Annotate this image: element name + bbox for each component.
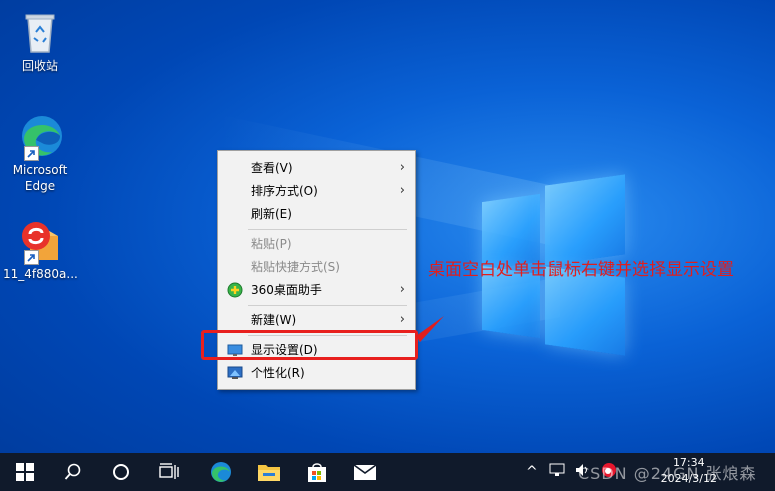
menu-item-label: 新建(W) [251,313,297,327]
search-button[interactable] [50,453,96,491]
menu-item-refresh[interactable]: 刷新(E) [218,203,415,225]
annotation-text: 桌面空白处单击鼠标右键并选择显示设置 [428,260,734,280]
desktop-icon-label: Microsoft Edge [12,163,68,193]
360-icon [227,282,243,298]
submenu-arrow-icon: › [399,183,405,198]
shortcut-arrow-icon [24,250,39,265]
desktop-icon-recycle-bin[interactable]: 回收站 [5,8,75,74]
menu-item-new[interactable]: 新建(W) › [218,309,415,331]
menu-item-label: 360桌面助手 [251,283,322,297]
task-view-button[interactable] [146,453,192,491]
desktop-icon-edge[interactable]: Microsoft Edge [5,112,75,194]
desktop-icon-label: 11_4f880a... [3,267,78,281]
personalize-icon [227,365,243,381]
submenu-arrow-icon: › [399,282,405,297]
submenu-arrow-icon: › [399,312,405,327]
menu-item-label: 排序方式(O) [251,184,318,198]
menu-item-paste[interactable]: 粘贴(P) [218,233,415,255]
start-button[interactable] [2,453,48,491]
search-icon [64,463,81,480]
store-bag-icon [308,463,326,482]
mail-icon [353,464,377,480]
submenu-arrow-icon: › [399,160,405,175]
task-view-icon [159,463,179,479]
shortcut-arrow-icon [24,146,39,161]
desktop-icon-label: 回收站 [21,59,58,73]
annotation-pointer-icon [416,316,444,342]
cortana-circle-icon [113,464,129,480]
menu-separator [248,229,407,230]
menu-item-label: 查看(V) [251,161,293,175]
menu-item-label: 粘贴(P) [251,237,292,251]
menu-item-label: 个性化(R) [251,366,305,380]
installer-icon [16,216,64,265]
watermark: CSDN @24GN 张烺森 [578,464,757,483]
taskbar-store[interactable] [294,453,340,491]
edge-icon [16,112,64,161]
menu-item-view[interactable]: 查看(V) › [218,157,415,179]
menu-item-sort-by[interactable]: 排序方式(O) › [218,180,415,202]
desktop[interactable]: 回收站 Microsoft Edge 11_4f880a... 查看(V) › … [0,0,775,453]
taskbar-mail[interactable] [342,453,388,491]
desktop-icon-installer[interactable]: 11_4f880a... [3,216,78,282]
tray-overflow-icon[interactable]: ^ [520,464,544,480]
folder-icon [258,465,280,481]
menu-item-360-desktop-helper[interactable]: 360桌面助手 › [218,279,415,301]
network-icon[interactable] [544,463,570,481]
menu-item-paste-shortcut[interactable]: 粘贴快捷方式(S) [218,256,415,278]
menu-item-label: 粘贴快捷方式(S) [251,260,340,274]
menu-item-label: 刷新(E) [251,207,292,221]
taskbar-file-explorer[interactable] [246,453,292,491]
recycle-bin-icon [16,8,64,56]
cortana-button[interactable] [98,453,144,491]
menu-item-personalize[interactable]: 个性化(R) [218,362,415,384]
menu-separator [248,305,407,306]
logo-pane [545,174,625,266]
edge-icon [211,462,231,482]
highlight-box [201,330,418,360]
windows-start-icon [16,463,34,481]
taskbar-edge[interactable] [197,453,243,491]
